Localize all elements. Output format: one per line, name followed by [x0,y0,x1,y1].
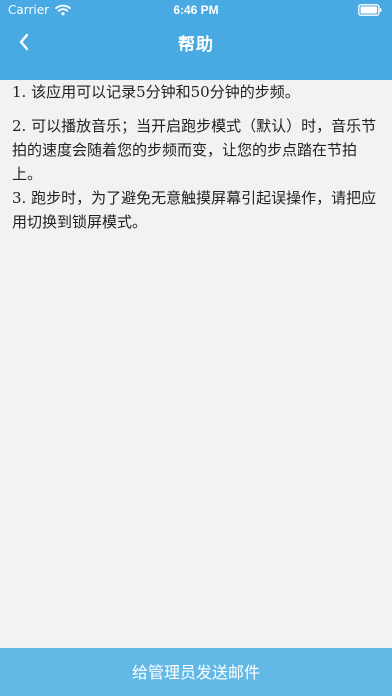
status-bar: Carrier 6:46 PM [0,0,392,20]
top-bar: Carrier 6:46 PM 帮助 [0,0,392,80]
help-item-1: 1. 该应用可以记录5分钟和50分钟的步频。 [12,83,300,101]
navigation-bar: 帮助 [0,20,392,64]
help-item-2: 2. 可以播放音乐；当开启跑步模式（默认）时，音乐节拍的速度会随着您的步频而变，… [12,117,377,183]
send-email-button[interactable]: 给管理员发送邮件 [0,648,392,696]
status-time: 6:46 PM [173,3,219,17]
help-item-3: 3. 跑步时，为了避免无意触摸屏幕引起误操作，请把应用切换到锁屏模式。 [12,189,377,231]
help-screen: Carrier 6:46 PM 帮助 1. 该应用可以记录5分钟和50分钟的步频… [0,0,392,696]
help-list: 1. 该应用可以记录5分钟和50分钟的步频。 2. 可以播放音乐；当开启跑步模式… [12,80,380,280]
battery-icon [358,4,382,16]
help-content: 1. 该应用可以记录5分钟和50分钟的步频。 2. 可以播放音乐；当开启跑步模式… [12,80,380,280]
page-title: 帮助 [178,35,214,55]
